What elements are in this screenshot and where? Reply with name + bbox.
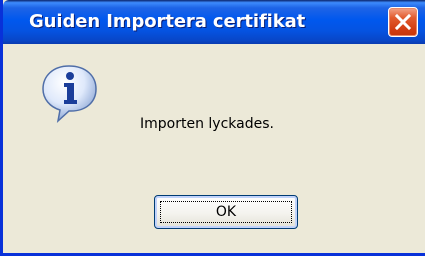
close-icon xyxy=(394,13,412,31)
ok-button-label: OK xyxy=(160,201,292,223)
dialog-message: Importen lyckades. xyxy=(140,116,274,132)
title-bar[interactable]: Guiden Importera certifikat xyxy=(3,0,425,44)
ok-button[interactable]: OK xyxy=(154,195,298,229)
info-icon xyxy=(38,62,104,128)
close-button[interactable] xyxy=(388,7,418,37)
dialog-window: Guiden Importera certifikat Importen lyc… xyxy=(0,0,425,256)
dialog-title: Guiden Importera certifikat xyxy=(29,11,306,32)
